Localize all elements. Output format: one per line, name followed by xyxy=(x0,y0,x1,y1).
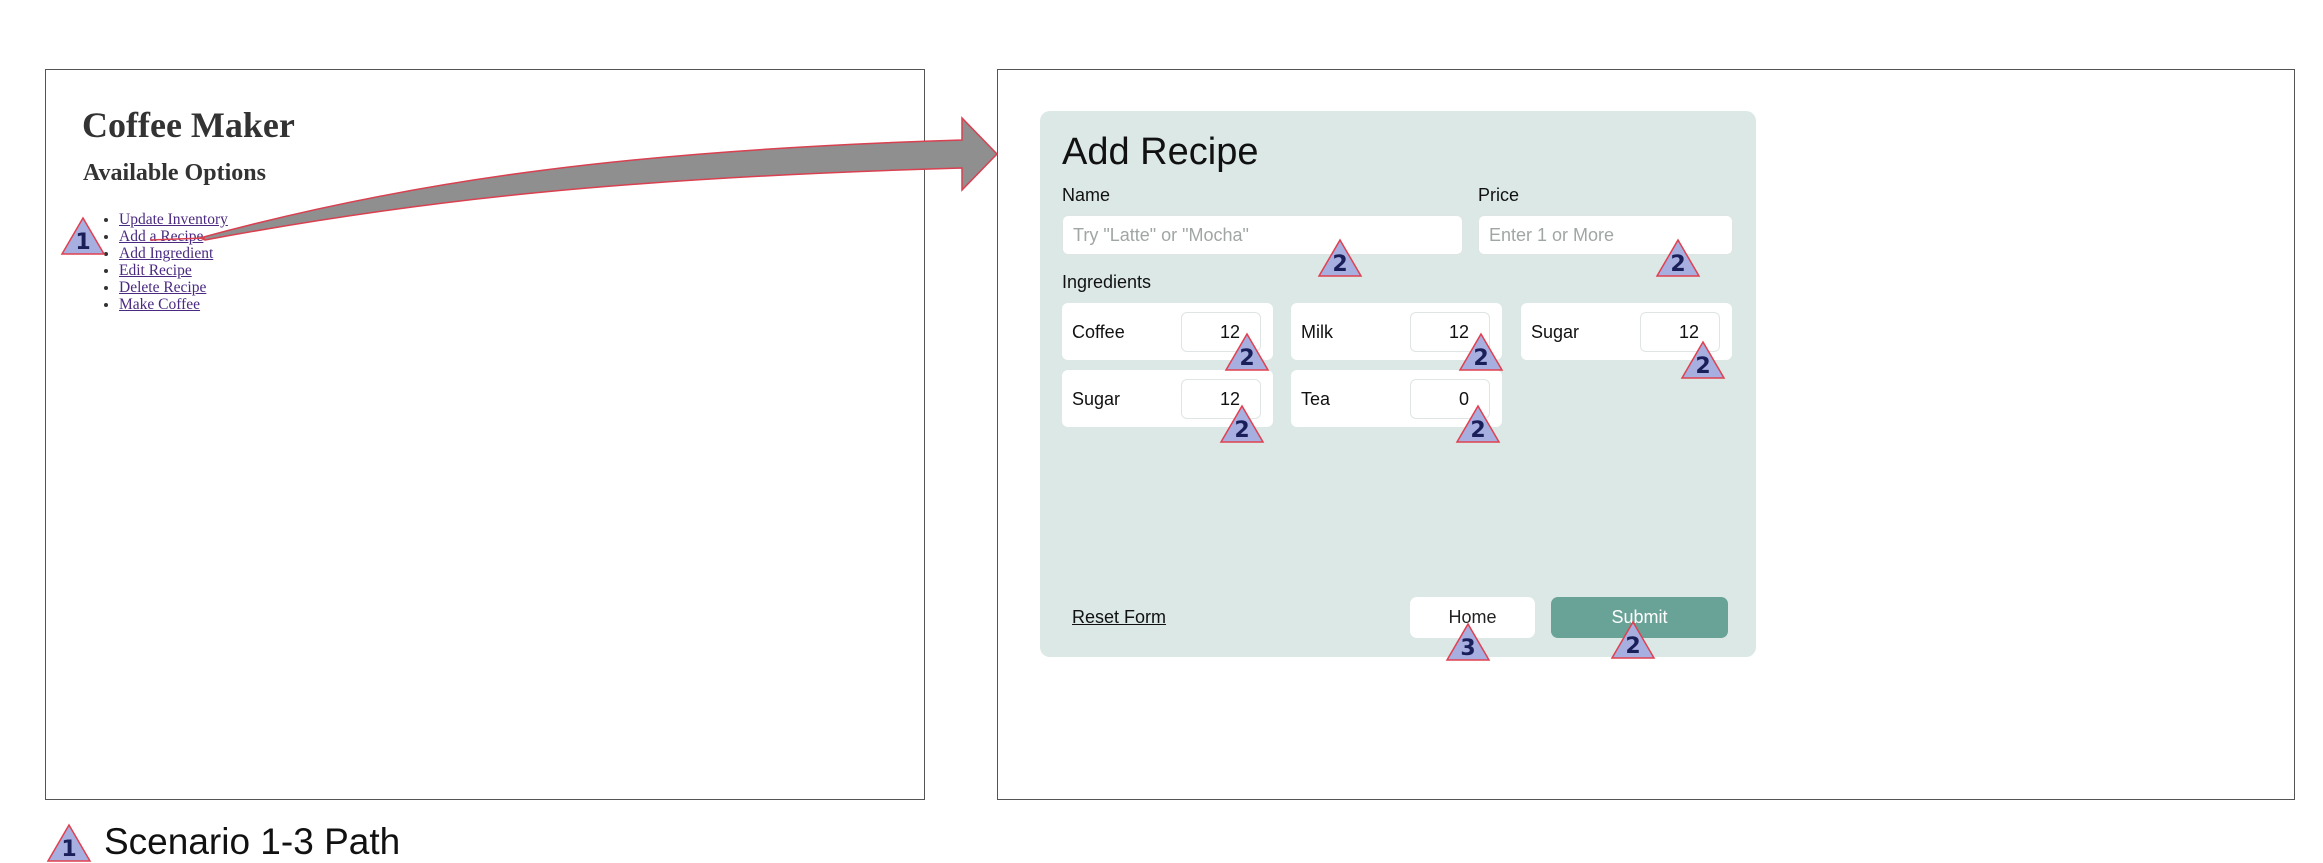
list-item: Update Inventory xyxy=(119,211,228,228)
price-input[interactable] xyxy=(1478,215,1733,255)
ingredient-quantity-input[interactable] xyxy=(1410,312,1490,352)
list-item: Add a Recipe xyxy=(119,228,228,245)
ingredients-label: Ingredients xyxy=(1062,272,1152,292)
legend-label: Scenario 1-3 Path xyxy=(104,821,401,862)
add-recipe-screen: Add Recipe Name Price Ingredients Coffee… xyxy=(997,69,2295,800)
ingredient-row-milk: Milk xyxy=(1291,303,1502,360)
add-recipe-form: Add Recipe Name Price Ingredients Coffee… xyxy=(1040,111,1756,657)
price-label: Price xyxy=(1478,185,1520,205)
ingredient-quantity-input[interactable] xyxy=(1181,379,1261,419)
ingredient-quantity-input[interactable] xyxy=(1181,312,1261,352)
reset-form-link[interactable]: Reset Form xyxy=(1072,607,1166,628)
ingredient-quantity-input[interactable] xyxy=(1410,379,1490,419)
ingredient-name: Tea xyxy=(1301,389,1331,409)
options-heading: Available Options xyxy=(83,160,266,186)
add-ingredient-link[interactable]: Add Ingredient xyxy=(119,245,213,262)
page-title: Coffee Maker xyxy=(82,105,295,145)
list-item: Edit Recipe xyxy=(119,262,228,279)
ingredient-row-tea: Tea xyxy=(1291,370,1502,427)
ingredient-row-coffee: Coffee xyxy=(1062,303,1273,360)
ingredient-name: Coffee xyxy=(1072,322,1125,342)
delete-recipe-link[interactable]: Delete Recipe xyxy=(119,279,206,296)
submit-button[interactable]: Submit xyxy=(1551,597,1728,638)
ingredient-quantity-input[interactable] xyxy=(1640,312,1720,352)
coffee-maker-screen: Coffee Maker Available Options Update In… xyxy=(45,69,925,800)
ingredient-row-sugar: Sugar xyxy=(1521,303,1732,360)
options-list: Update Inventory Add a Recipe Add Ingred… xyxy=(101,211,228,313)
edit-recipe-link[interactable]: Edit Recipe xyxy=(119,262,192,279)
ingredient-row-sugar: Sugar xyxy=(1062,370,1273,427)
ingredient-name: Milk xyxy=(1301,322,1333,342)
name-input[interactable] xyxy=(1062,215,1463,255)
list-item: Delete Recipe xyxy=(119,279,228,296)
ingredient-name: Sugar xyxy=(1072,389,1121,409)
form-title: Add Recipe xyxy=(1062,131,1259,173)
list-item: Add Ingredient xyxy=(119,245,228,262)
name-label: Name xyxy=(1062,185,1111,205)
home-button[interactable]: Home xyxy=(1410,597,1535,638)
make-coffee-link[interactable]: Make Coffee xyxy=(119,296,200,313)
update-inventory-link[interactable]: Update Inventory xyxy=(119,211,228,228)
legend-marker: 1 xyxy=(46,823,92,863)
add-recipe-link[interactable]: Add a Recipe xyxy=(119,228,203,245)
list-item: Make Coffee xyxy=(119,296,228,313)
ingredient-name: Sugar xyxy=(1531,322,1580,342)
